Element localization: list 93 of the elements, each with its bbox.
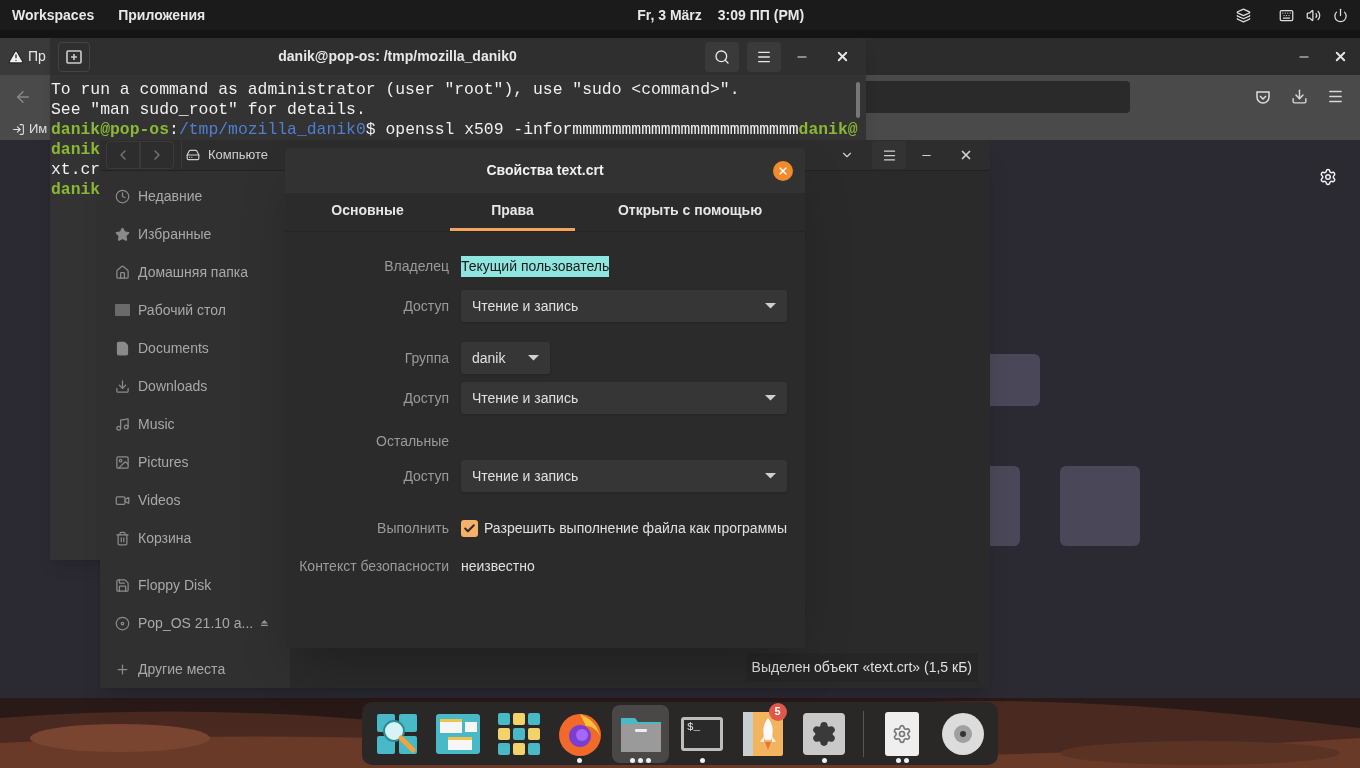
search-icon [714, 48, 730, 65]
sidebar-item[interactable]: Другие места [100, 650, 290, 688]
settings-app-icon [803, 712, 846, 755]
notification-badge: 5 [768, 702, 787, 721]
checkbox[interactable] [461, 519, 478, 537]
window-layout-icon[interactable] [1236, 7, 1251, 23]
dock-item[interactable] [612, 704, 670, 763]
dropdown[interactable]: Чтение и запись [461, 382, 787, 414]
dialog-title: Свойства text.crt [486, 161, 604, 180]
checkbox-label: Разрешить выполнение файла как программы [484, 518, 787, 538]
new-tab-icon [66, 49, 82, 64]
caret-icon [765, 473, 776, 479]
terminal-line: See "man sudo_root" for details. [51, 100, 366, 120]
field-label: Группа [404, 348, 449, 368]
star-icon [115, 226, 130, 242]
terminal-app-icon: $_ [681, 716, 723, 751]
power-icon[interactable] [1333, 7, 1348, 23]
close-icon [777, 165, 789, 177]
field-label: Доступ [403, 296, 449, 316]
dropdown[interactable]: danik [461, 342, 550, 374]
disc-icon [941, 711, 986, 756]
floppy-icon [115, 577, 130, 593]
panel-icon [115, 304, 130, 316]
menu-icon[interactable] [1327, 88, 1344, 105]
warning-icon [8, 48, 24, 65]
keyboard-icon[interactable] [1279, 7, 1294, 23]
caret-icon [765, 395, 776, 401]
menu-icon [881, 147, 897, 163]
owner-value: Текущий пользователь [461, 255, 610, 277]
bookmark-link[interactable]: Им [29, 119, 48, 139]
tab[interactable]: Основные [285, 193, 450, 231]
terminal-line: danik [51, 140, 101, 160]
field-label: Владелец [384, 256, 449, 276]
tab[interactable]: Открыть с помощью [575, 193, 805, 231]
field-label: Доступ [403, 388, 449, 408]
eject-icon[interactable] [261, 618, 268, 628]
shortcut-tile[interactable] [990, 466, 1020, 546]
status-label: Выделен объект «text.crt» (1,5 кБ) [745, 653, 978, 682]
new-tab-button[interactable] [58, 41, 90, 72]
home-icon [115, 264, 130, 280]
terminal-line: danik [51, 180, 101, 200]
picture-icon [115, 454, 130, 470]
shortcut-tile[interactable] [990, 354, 1040, 406]
path-button[interactable]: Компьюте [181, 141, 275, 169]
close-icon[interactable] [1333, 49, 1348, 64]
workspaces-button[interactable]: Workspaces [12, 4, 95, 26]
import-icon[interactable] [12, 122, 25, 136]
close-button[interactable] [773, 161, 793, 181]
field-label: Контекст безопасности [299, 556, 449, 576]
field-label: Выполнить [377, 518, 449, 538]
field-label: Остальные [376, 431, 449, 451]
trash-icon [115, 530, 130, 546]
windows-icon [435, 713, 480, 754]
app-grid-icon [497, 712, 540, 755]
menu-button[interactable] [747, 41, 781, 72]
dock-item[interactable]: 5 [734, 704, 792, 763]
clock-icon [115, 188, 130, 204]
shortcut-tile[interactable] [1060, 466, 1140, 546]
close-icon[interactable] [835, 49, 850, 64]
tab[interactable]: Права [450, 193, 575, 231]
volume-icon[interactable] [1306, 7, 1321, 23]
menu-button[interactable] [872, 141, 906, 169]
download-icon [115, 378, 130, 394]
disc-icon [115, 615, 130, 631]
plus-icon [115, 661, 130, 677]
terminal-line: xt.cr [51, 160, 101, 180]
time-label: 3:09 ПП (PM) [717, 5, 805, 25]
close-icon[interactable] [959, 148, 973, 162]
file-gear-icon [885, 711, 920, 756]
terminal-line: danik@pop-os:/tmp/mozilla_danik0$ openssl x509 -informmmmmmmmmmmmmmmmmmmmmmmdanik@ [51, 120, 858, 140]
applications-button[interactable]: Приложения [118, 4, 206, 26]
dropdown[interactable]: Чтение и запись [461, 290, 787, 322]
terminal-line: To run a command as administrator (user "root"), use "sudo <command>". [51, 80, 740, 100]
document-icon [115, 340, 130, 356]
scrollbar [856, 82, 860, 118]
music-icon [115, 416, 130, 432]
drive-icon [186, 148, 200, 162]
window-title: danik@pop-os: /tmp/mozilla_danik0 [277, 47, 518, 66]
magnifier-icon [374, 711, 419, 756]
caret-icon [528, 355, 539, 361]
browser-tab[interactable]: Пр [0, 38, 50, 75]
search-button[interactable] [705, 41, 739, 72]
field-label: Доступ [403, 466, 449, 486]
dock-item[interactable]: $_ [673, 704, 731, 763]
date-label: Fr, 3 März [637, 5, 702, 25]
check-icon [463, 521, 476, 535]
download-icon[interactable] [1291, 88, 1308, 105]
address-field[interactable] [866, 80, 1130, 113]
caret-icon [765, 303, 776, 309]
info-value: неизвестно [461, 556, 535, 576]
pocket-icon[interactable] [1255, 88, 1271, 105]
dropdown[interactable]: Чтение и запись [461, 460, 787, 492]
settings-icon[interactable] [1319, 168, 1337, 186]
